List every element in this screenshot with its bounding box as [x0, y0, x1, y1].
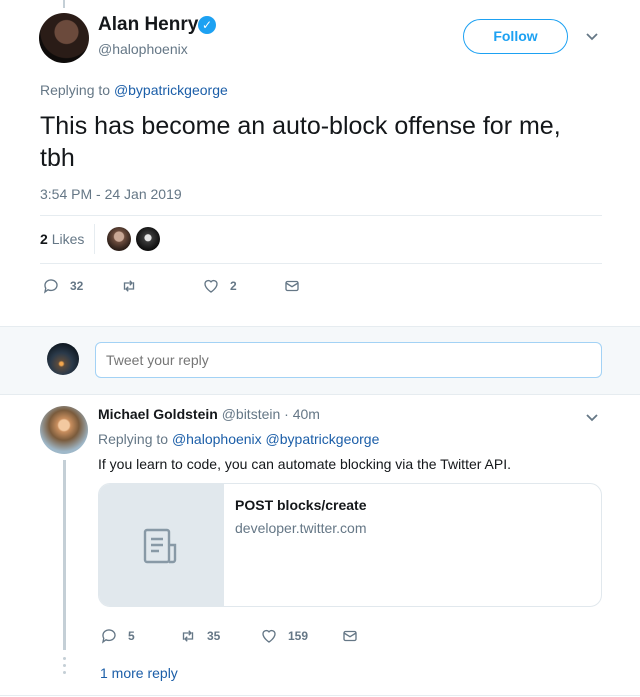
divider: [94, 224, 95, 254]
replying-label: Replying to: [98, 431, 169, 447]
thread-dot: [63, 664, 66, 667]
reply-text: If you learn to code, you can automate b…: [98, 456, 511, 472]
replying-label: Replying to: [40, 82, 111, 98]
reply-action[interactable]: 32: [42, 277, 83, 295]
reply-input[interactable]: [95, 342, 602, 378]
reply-count: 5: [128, 629, 135, 643]
liker-avatar[interactable]: [107, 227, 131, 251]
likes-summary[interactable]: 2 Likes: [40, 231, 84, 247]
more-replies-link[interactable]: 1 more reply: [100, 665, 178, 681]
like-count: 2: [230, 279, 237, 293]
card-title: POST blocks/create: [235, 497, 367, 513]
author-name[interactable]: Alan Henry: [98, 14, 198, 36]
replying-to: Replying to @bypatrickgeorge: [40, 82, 228, 98]
thread-line: [63, 0, 65, 8]
likes-count: 2: [40, 231, 48, 247]
retweet-action[interactable]: 35: [179, 627, 220, 645]
envelope-icon: [343, 630, 357, 642]
retweet-action[interactable]: [120, 277, 148, 295]
reply-author-name: Michael Goldstein: [98, 406, 218, 422]
chevron-down-icon[interactable]: [585, 409, 599, 426]
divider: [40, 263, 602, 264]
thread-line: [63, 460, 66, 650]
author-handle[interactable]: @halophoenix: [98, 41, 188, 57]
reply-time: · 40m: [284, 406, 320, 422]
divider: [40, 215, 602, 216]
liker-avatar[interactable]: [136, 227, 160, 251]
reply-author-handle: @bitstein: [221, 406, 281, 422]
likes-label: Likes: [51, 231, 85, 247]
current-user-avatar[interactable]: [47, 343, 79, 375]
replying-handle-link[interactable]: @bypatrickgeorge: [114, 82, 228, 98]
tweet-timestamp[interactable]: 3:54 PM - 24 Jan 2019: [40, 186, 182, 202]
heart-icon: [204, 279, 218, 293]
replying-handles-link[interactable]: @halophoenix @bypatrickgeorge: [172, 431, 379, 447]
retweet-icon: [182, 630, 194, 642]
reply-author[interactable]: Michael Goldstein @bitstein · 40m: [98, 406, 320, 422]
link-card[interactable]: POST blocks/create developer.twitter.com: [98, 483, 602, 607]
like-action[interactable]: 159: [260, 627, 308, 645]
avatar[interactable]: [39, 13, 89, 63]
thread-dot: [63, 657, 66, 660]
verified-badge-icon: ✓: [198, 16, 216, 34]
chevron-down-icon[interactable]: [585, 28, 599, 45]
reply-icon: [101, 629, 116, 644]
direct-message-action[interactable]: [341, 627, 369, 645]
card-thumbnail: [99, 484, 224, 606]
document-icon: [143, 528, 177, 564]
retweet-count: 35: [207, 629, 221, 643]
follow-button[interactable]: Follow: [463, 19, 568, 54]
heart-icon: [262, 629, 276, 643]
reply-author-avatar[interactable]: [40, 406, 88, 454]
divider: [0, 695, 640, 696]
replying-to: Replying to @halophoenix @bypatrickgeorg…: [98, 431, 379, 447]
like-count: 159: [288, 629, 309, 643]
direct-message-action[interactable]: [283, 277, 311, 295]
thread-dot: [63, 671, 66, 674]
tweet-text: This has become an auto-block offense fo…: [40, 112, 561, 172]
reply-icon: [43, 279, 58, 294]
reply-action[interactable]: 5: [100, 627, 135, 645]
like-action[interactable]: 2: [202, 277, 237, 295]
retweet-icon: [123, 280, 135, 292]
reply-count: 32: [70, 279, 84, 293]
envelope-icon: [285, 280, 299, 292]
card-domain: developer.twitter.com: [235, 520, 367, 536]
